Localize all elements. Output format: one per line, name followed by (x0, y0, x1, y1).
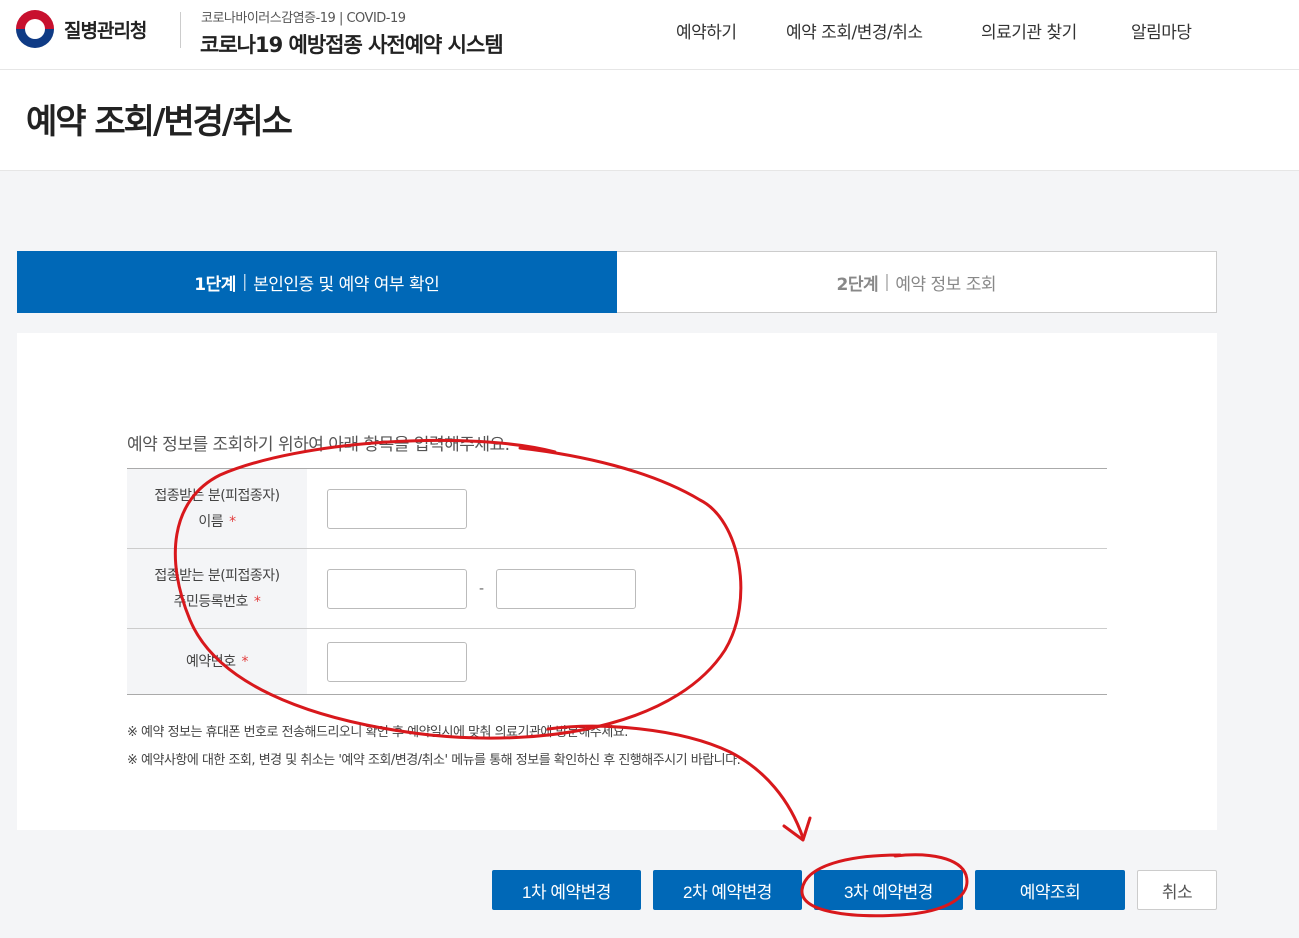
site-header: 질병관리청 코로나바이러스감염증-19 | COVID-19 코로나19 예방접… (0, 0, 1299, 70)
first-dose-change-button[interactable]: 1차 예약변경 (492, 870, 641, 910)
reservation-number-label: 예약번호 * (127, 629, 307, 694)
step-1-label: 본인인증 및 예약 여부 확인 (253, 274, 440, 295)
step-2-label: 예약 정보 조회 (895, 274, 996, 295)
step-1-number: 1단계 (194, 274, 236, 295)
form-table: 접종받는 분(피접종자) 이름 * 접종받는 분(피접종자) 주민등록번호 * - (127, 468, 1107, 695)
rrn-field-cell: - (307, 549, 1107, 628)
nav-find-hospital[interactable]: 의료기관 찾기 (981, 18, 1077, 43)
kdca-logo[interactable]: 질병관리청 (16, 10, 147, 48)
rrn-label-line1: 접종받는 분(피접종자) (154, 567, 280, 584)
rrn-label-line2: 주민등록번호 (173, 593, 249, 610)
step-separator: | (241, 272, 248, 292)
system-subtitle: 코로나바이러스감염증-19 | COVID-19 (201, 11, 406, 26)
note-1: ※ 예약 정보는 휴대폰 번호로 전송해드리오니 확인 후 예약일시에 맞춰 의… (127, 725, 628, 740)
step-2: 2단계 | 예약 정보 조회 (617, 252, 1217, 312)
second-dose-change-button[interactable]: 2차 예약변경 (653, 870, 802, 910)
name-label-line1: 접종받는 분(피접종자) (154, 487, 280, 504)
nav-reserve[interactable]: 예약하기 (676, 18, 737, 43)
name-label: 접종받는 분(피접종자) 이름 * (127, 469, 307, 548)
name-field-cell (307, 469, 1107, 548)
step-1: 1단계 | 본인인증 및 예약 여부 확인 (17, 251, 617, 313)
rrn-front-input[interactable] (327, 568, 467, 609)
page-title-area: 예약 조회/변경/취소 (0, 70, 1299, 171)
form-row-reservation-number: 예약번호 * (127, 629, 1107, 694)
org-name: 질병관리청 (64, 19, 147, 42)
reservation-number-field-cell (307, 629, 1107, 694)
nav-lookup-change-cancel[interactable]: 예약 조회/변경/취소 (786, 18, 923, 43)
cancel-button[interactable]: 취소 (1137, 870, 1217, 910)
page-title: 예약 조회/변경/취소 (26, 102, 293, 142)
required-mark: * (253, 593, 261, 610)
step-indicator: 1단계 | 본인인증 및 예약 여부 확인 2단계 | 예약 정보 조회 (17, 251, 1217, 313)
step-2-number: 2단계 (836, 274, 879, 295)
required-mark: * (241, 653, 249, 670)
required-mark: * (229, 513, 236, 530)
lookup-form-panel: 예약 정보를 조회하기 위하여 아래 항목을 입력해주세요. 접종받는 분(피접… (17, 333, 1217, 830)
rrn-label: 접종받는 분(피접종자) 주민등록번호 * (127, 549, 307, 628)
nav-notice[interactable]: 알림마당 (1131, 18, 1192, 43)
reservation-number-input[interactable] (327, 641, 467, 682)
reservation-number-label-text: 예약번호 (185, 653, 236, 670)
form-notes: ※ 예약 정보는 휴대폰 번호로 전송해드리오니 확인 후 예약일시에 맞춰 의… (127, 719, 741, 775)
step-separator: | (884, 272, 890, 292)
rrn-separator: - (479, 580, 485, 597)
rrn-back-input[interactable] (496, 568, 637, 609)
form-intro: 예약 정보를 조회하기 위하여 아래 항목을 입력해주세요. (127, 435, 510, 455)
system-title[interactable]: 코로나19 예방접종 사전예약 시스템 (200, 29, 504, 59)
form-row-name: 접종받는 분(피접종자) 이름 * (127, 469, 1107, 549)
third-dose-change-button[interactable]: 3차 예약변경 (814, 870, 963, 910)
reservation-lookup-button[interactable]: 예약조회 (975, 870, 1125, 910)
header-divider (180, 12, 181, 48)
note-2: ※ 예약사항에 대한 조회, 변경 및 취소는 '예약 조회/변경/취소' 메뉴… (127, 753, 741, 768)
taegeuk-logo-icon (16, 10, 54, 48)
form-row-rrn: 접종받는 분(피접종자) 주민등록번호 * - (127, 549, 1107, 629)
name-input[interactable] (327, 488, 467, 529)
name-label-line2: 이름 (198, 513, 224, 530)
